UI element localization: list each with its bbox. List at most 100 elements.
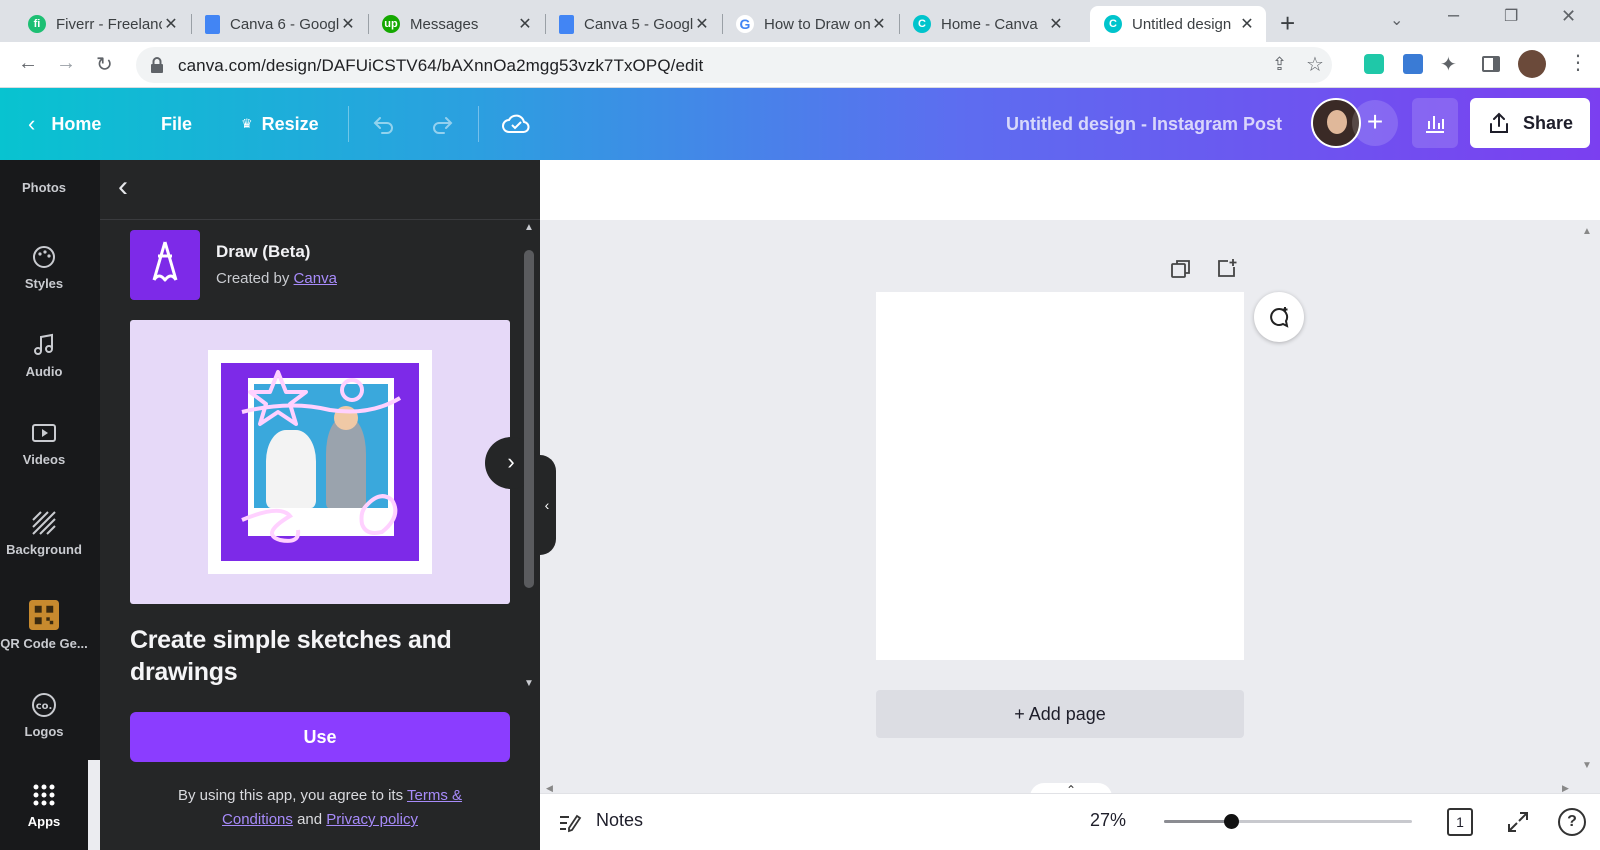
omnibox[interactable]: canva.com/design/DAFUiCSTV64/bAXnnOa2mgg… (136, 47, 1332, 83)
tab-how-to-draw[interactable]: G How to Draw on ✕ (722, 6, 898, 42)
panel-scrollbar[interactable]: ▲ ▼ (520, 222, 538, 692)
app-name: Draw (Beta) (216, 242, 311, 261)
notes-label[interactable]: Notes (596, 810, 643, 831)
home-label: Home (51, 113, 102, 134)
add-page-button[interactable]: + Add page (876, 690, 1244, 738)
share-page-icon[interactable]: ⇪ (1272, 54, 1287, 75)
rail-item-photos[interactable]: Photos (0, 180, 88, 195)
use-label: Use (303, 726, 337, 747)
help-icon[interactable]: ? (1558, 808, 1586, 836)
rail-label: Videos (22, 452, 66, 467)
bookmark-star-icon[interactable]: ☆ (1306, 52, 1324, 77)
profile-avatar[interactable] (1518, 50, 1546, 78)
reload-icon[interactable]: ↻ (96, 52, 113, 77)
panel-header: ‹ (100, 160, 540, 220)
scroll-down-icon[interactable]: ▼ (524, 678, 534, 689)
side-panel-icon[interactable] (1482, 56, 1500, 72)
rail-item-videos[interactable]: Videos (0, 420, 88, 467)
extension-translate-icon[interactable] (1403, 54, 1423, 74)
close-icon[interactable]: ✕ (516, 14, 534, 34)
undo-icon[interactable] (372, 112, 396, 136)
zoom-slider-knob[interactable] (1224, 814, 1239, 829)
address-bar: ← → ↻ canva.com/design/DAFUiCSTV64/bAXnn… (0, 42, 1600, 88)
tab-home-canva[interactable]: C Home - Canva ✕ (899, 6, 1075, 42)
share-button[interactable]: Share (1470, 98, 1590, 148)
logo-icon: co. (32, 693, 56, 717)
close-icon[interactable]: ✕ (870, 14, 888, 34)
notes-icon[interactable] (558, 812, 582, 834)
add-collaborator-button[interactable]: + (1352, 100, 1398, 146)
minimize-icon[interactable]: – (1448, 4, 1459, 27)
browser-tab-bar: fi Fiverr - Freelance ✕ Canva 6 - Google… (0, 0, 1600, 42)
back-chevron-icon[interactable]: ‹ (118, 170, 128, 204)
app-headline: Create simple sketches and drawings (130, 626, 452, 686)
terms-and: and (292, 811, 327, 828)
file-menu-button[interactable]: File (161, 88, 192, 160)
cloud-saved-icon[interactable] (501, 110, 531, 136)
window-close-icon[interactable]: ✕ (1561, 6, 1576, 27)
share-label: Share (1522, 112, 1574, 133)
close-icon[interactable]: ✕ (693, 14, 711, 34)
tab-title: Canva 6 - Google (230, 15, 339, 33)
tab-title: Messages (410, 15, 479, 33)
tab-messages[interactable]: up Messages ✕ (368, 6, 544, 42)
bottom-bar: Notes 27% 1 ? (540, 793, 1600, 850)
resize-button[interactable]: ♛ Resize (241, 88, 319, 160)
home-button[interactable]: ‹ Home (28, 88, 101, 160)
duplicate-page-icon[interactable] (1170, 258, 1192, 280)
rail-item-styles[interactable]: Styles (0, 244, 88, 291)
rail-item-apps[interactable]: Apps (0, 782, 88, 829)
collapse-panel-handle[interactable]: ‹ (538, 455, 556, 555)
tab-canva-6-doc[interactable]: Canva 6 - Google ✕ (191, 6, 367, 42)
background-hatch-icon (32, 511, 56, 535)
creator-link[interactable]: Canva (294, 270, 337, 287)
canvas-scroll-up-icon[interactable]: ▲ (1582, 226, 1592, 237)
tab-untitled-design[interactable]: C Untitled design ✕ (1090, 6, 1266, 42)
close-icon[interactable]: ✕ (1238, 14, 1256, 34)
more-vert-icon[interactable]: ⋮ (1568, 50, 1588, 75)
lock-icon[interactable] (150, 57, 164, 73)
rail-label: Apps (27, 814, 61, 829)
fullscreen-icon[interactable] (1506, 810, 1530, 834)
add-comment-button[interactable] (1254, 292, 1304, 342)
page-count-button[interactable]: 1 (1447, 808, 1473, 836)
forward-arrow-icon[interactable]: → (56, 52, 76, 75)
rail-item-background[interactable]: Background (0, 510, 88, 557)
extensions-puzzle-icon[interactable]: ✦ (1440, 52, 1457, 77)
back-arrow-icon[interactable]: ← (18, 52, 38, 75)
video-icon (32, 424, 56, 442)
add-page-label: + Add page (1014, 703, 1106, 724)
design-title[interactable]: Untitled design - Instagram Post (1006, 88, 1282, 160)
close-icon[interactable]: ✕ (162, 14, 180, 34)
scroll-up-icon[interactable]: ▲ (524, 222, 534, 233)
app-creator: Created by Canva (216, 270, 337, 287)
qr-code-icon (29, 600, 59, 630)
rail-item-logos[interactable]: co. Logos (0, 692, 88, 739)
scroll-thumb[interactable] (524, 250, 534, 588)
restore-icon[interactable]: ❐ (1504, 6, 1518, 26)
add-page-icon[interactable] (1216, 257, 1238, 279)
design-page[interactable] (876, 292, 1244, 660)
zoom-slider[interactable] (1164, 814, 1412, 829)
close-icon[interactable]: ✕ (1047, 14, 1065, 34)
url-text[interactable]: canva.com/design/DAFUiCSTV64/bAXnnOa2mgg… (178, 56, 703, 76)
redo-icon[interactable] (430, 112, 454, 136)
extension-download-icon[interactable] (1364, 54, 1384, 74)
rail-item-qr-code[interactable]: QR Code Ge... (0, 600, 88, 651)
zoom-value[interactable]: 27% (1090, 810, 1126, 831)
use-button[interactable]: Use (130, 712, 510, 762)
tab-canva-5-doc[interactable]: Canva 5 - Google ✕ (545, 6, 721, 42)
bar-chart-icon (1426, 116, 1444, 133)
tab-fiverr[interactable]: fi Fiverr - Freelance ✕ (14, 6, 190, 42)
tab-search-chevron-icon[interactable]: ⌄ (1390, 10, 1403, 30)
canvas-scroll-down-icon[interactable]: ▼ (1582, 760, 1592, 771)
file-label: File (161, 113, 193, 134)
canva-icon: C (913, 15, 931, 33)
rail-label: Photos (21, 180, 67, 195)
rail-item-audio[interactable]: Audio (0, 332, 88, 379)
app-preview-image (130, 320, 510, 604)
insights-button[interactable] (1412, 98, 1458, 148)
privacy-link[interactable]: Privacy policy (326, 811, 418, 828)
new-tab-plus-icon[interactable]: + (1280, 8, 1295, 39)
close-icon[interactable]: ✕ (339, 14, 357, 34)
